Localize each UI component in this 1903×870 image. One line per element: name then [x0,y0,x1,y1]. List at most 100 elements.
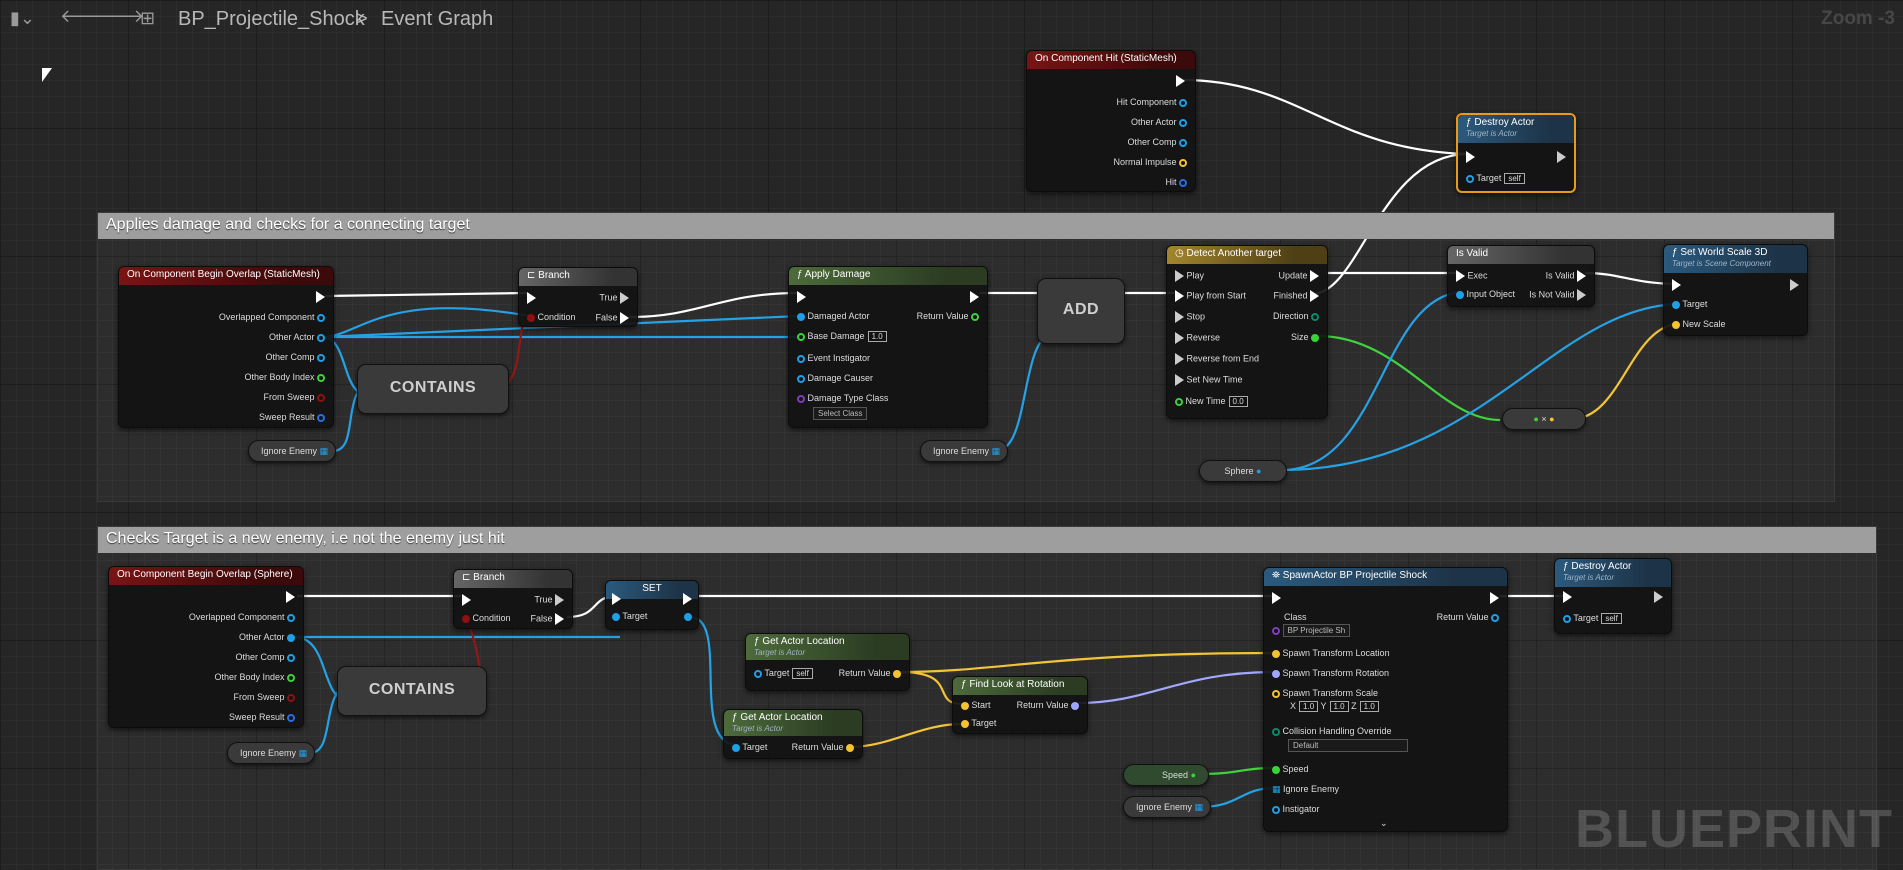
node-spawn-actor[interactable]: ⛯ SpawnActor BP Projectile Shock Class B… [1263,567,1508,832]
blueprint-watermark: BLUEPRINT [1575,799,1893,859]
pin-exec-in[interactable] [527,292,536,304]
var-label: Speed [1162,770,1189,780]
pin-exec-out[interactable] [1557,151,1566,163]
pin-label: New Time [1185,396,1226,406]
var-ignore-enemy-1[interactable]: Ignore Enemy ▦ [248,440,336,462]
node-is-valid[interactable]: Is Valid Exec Input Object Is Valid Is N… [1447,245,1595,307]
pin-exec-in[interactable] [1466,151,1475,163]
pin-label: False [595,312,618,323]
pin-label: Update [1278,270,1308,281]
scale-x-field[interactable]: 1.0 [1299,701,1319,712]
node-destroy-actor-bottom[interactable]: ƒ Destroy Actor Target is Actor Target sel… [1554,558,1672,634]
node-add[interactable]: ADD [1037,278,1125,344]
node-apply-damage[interactable]: ƒ Apply Damage Damaged Actor Return Valu… [788,266,988,428]
var-label: Ignore Enemy [933,446,990,456]
comment-title-top[interactable]: Applies damage and checks for a connecti… [98,213,1834,239]
branch-icon: ⊏ [462,572,471,583]
collision-dropdown[interactable]: Default [1288,739,1408,752]
node-get-actor-location-2[interactable]: ƒ Get Actor Location Target is Actor Targ… [723,709,863,759]
pin-label: Hit Component [1116,97,1177,107]
arrow-right-icon[interactable]: 🡒 [96,6,144,27]
node-branch-top[interactable]: ⊏ Branch True Condition False [518,267,638,327]
scale-z-field[interactable]: 1.0 [1359,701,1379,712]
pin-label: Other Comp [1127,137,1177,147]
pin-exec-out[interactable] [1176,75,1185,87]
pin-label: Damage Causer [807,373,874,383]
pin-out[interactable] [684,611,692,621]
pin-exec-in[interactable] [1672,279,1681,291]
pin-label: Target [764,668,790,678]
pin-label: Instigator [1282,804,1320,814]
pin-exec-out[interactable] [1490,592,1499,604]
node-set-world-scale-3d[interactable]: ƒ Set World Scale 3D Target is Scene Comp… [1663,244,1808,336]
target-value[interactable]: self [792,668,813,679]
node-multiply[interactable]: ● × ● [1502,408,1586,430]
pin-exec-in[interactable] [797,291,806,303]
node-destroy-actor-top[interactable]: ƒ Destroy Actor Target is Actor Target sel… [1456,113,1576,193]
node-contains-bottom[interactable]: CONTAINS [337,666,487,716]
node-title: SpawnActor BP Projectile Shock [1282,570,1428,581]
pin-label: Spawn Transform Scale [1282,688,1379,698]
pin-exec-out[interactable] [1790,279,1799,291]
node-find-look-at-rotation[interactable]: ƒ Find Look at Rotation Start Target Ret… [952,676,1088,734]
target-value[interactable]: self [1601,613,1622,624]
pin-label: Return Value [791,742,844,752]
node-get-actor-location-1[interactable]: ƒ Get Actor Location Target is Actor Targ… [745,633,910,691]
node-label: ADD [1062,301,1100,318]
comment-title-bottom[interactable]: Checks Target is a new enemy, i.e not th… [98,527,1876,553]
scale-y-field[interactable]: 1.0 [1329,701,1349,712]
pin-label: Damage Type Class [807,393,889,403]
node-title: Apply Damage [804,269,871,280]
var-sphere[interactable]: Sphere ● [1199,460,1287,482]
pin-exec-in[interactable] [1563,591,1572,603]
var-speed[interactable]: Speed ● [1123,764,1209,786]
pin-label: Return Value [1436,612,1489,622]
breadcrumb-blueprint[interactable]: BP_Projectile_Shock [178,8,365,31]
node-begin-overlap-sphere[interactable]: On Component Begin Overlap (Sphere) Over… [108,566,304,728]
node-begin-overlap-staticmesh[interactable]: On Component Begin Overlap (StaticMesh) … [118,266,334,428]
class-select-value[interactable]: BP Projectile Sh [1282,624,1351,637]
var-ignore-enemy-2[interactable]: Ignore Enemy ▦ [920,440,1008,462]
node-on-component-hit[interactable]: On Component Hit (StaticMesh) Hit Compon… [1026,50,1196,192]
class-select-value[interactable]: Select Class [813,407,868,420]
pin-label: Condition [537,312,576,322]
breadcrumb-graph[interactable]: Event Graph [381,8,493,31]
branch-icon: ⊏ [527,270,536,281]
node-contains-top[interactable]: CONTAINS [357,364,509,414]
node-branch-bottom[interactable]: ⊏ Branch True Condition False [453,569,573,629]
pin-exec-out[interactable] [316,291,325,303]
node-label: × [1541,414,1547,424]
pin-label: False [530,613,553,624]
var-label: Ignore Enemy [1136,802,1193,812]
pin-exec-out[interactable] [970,291,979,303]
scale-fields[interactable]: X 1.0 Y 1.0 Z 1.0 [1290,701,1379,712]
pin-label: Reverse from End [1186,353,1260,364]
collision-select-value[interactable]: Default [1288,739,1408,752]
chevron-down-icon[interactable]: ⌄ [1380,818,1388,829]
node-timeline-detect-target[interactable]: ◷ Detect Another target Play Play from S… [1166,245,1328,419]
pin-exec-out[interactable] [1654,591,1663,603]
pin-exec-out[interactable] [286,591,295,603]
class-select[interactable]: Select Class [813,407,868,420]
pin-label: Return Value [1016,700,1069,710]
pin-exec-in[interactable] [1272,592,1281,604]
var-ignore-enemy-4[interactable]: Ignore Enemy ▦ [1123,796,1211,818]
pin-label: Direction [1272,311,1309,321]
pin-label: Normal Impulse [1113,157,1177,167]
pin-exec-in[interactable] [612,593,621,605]
pin-label: Return Value [916,311,969,321]
new-time-value[interactable]: 0.0 [1228,396,1248,407]
target-value[interactable]: self [1504,173,1525,184]
pin-label: Spawn Transform Rotation [1282,668,1390,678]
pin-label: Target [971,718,997,728]
base-damage-value[interactable]: 1.0 [867,331,887,342]
axis-label: Y [1320,701,1327,711]
pin-label: Other Actor [238,632,285,642]
pin-exec-in[interactable] [462,594,471,606]
node-set[interactable]: SET Target [605,580,699,630]
var-ignore-enemy-3[interactable]: Ignore Enemy ▦ [227,742,315,764]
bookmark-icon[interactable]: ▮⌄ [10,8,35,29]
pin-label: Other Actor [1130,117,1177,127]
pin-exec-out[interactable] [683,593,692,605]
pin-label: Is Not Valid [1529,289,1575,300]
